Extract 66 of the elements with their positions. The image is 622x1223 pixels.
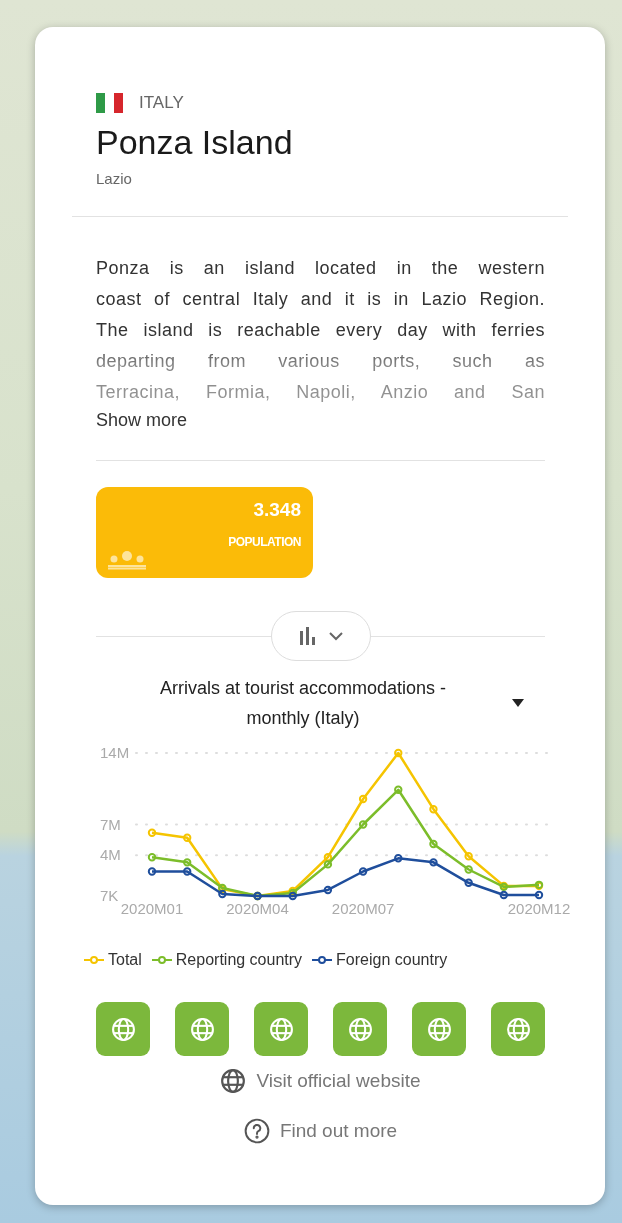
point [394,854,403,863]
bar-chart-icon [297,627,318,645]
point [147,828,157,837]
globe-icon [426,1016,452,1042]
caret-down-icon [512,699,524,707]
globe-icon [220,1068,247,1094]
point [534,890,544,900]
point [464,865,473,874]
globe-icon [268,1016,294,1042]
x-tick-label: 2020M12 [507,900,571,917]
help-icon [243,1118,270,1144]
point [182,858,192,867]
y-tick-label: 7M [100,815,121,833]
show-more-button[interactable]: Show more [96,408,188,432]
y-tick-label: 4M [100,846,121,864]
description-text: Ponza is an island located in the western coast of central Italy and it is in Lazio Region. The island is reachable every day with ferries departing from various ports, such as Terracina, Formia, Napoli, Anzio and San [96,257,545,404]
link[interactable]: Visit official website [220,1068,421,1094]
link-button[interactable] [254,1002,308,1056]
point [323,860,333,869]
link-button[interactable] [333,1002,387,1056]
flag-icon [96,93,123,113]
point [499,890,509,900]
population-label: POPULATION [227,535,301,549]
point [323,885,333,895]
point [358,867,368,876]
point [218,889,227,899]
point [464,878,473,887]
link-button[interactable] [412,1002,466,1056]
legend-item[interactable]: Total [84,951,142,969]
country-name: ITALY [139,93,184,113]
dropdown-button[interactable] [510,697,526,709]
link-button[interactable] [491,1002,545,1056]
point [182,833,192,843]
point [323,853,333,862]
globe-icon [189,1016,215,1042]
y-tick-label: 14M [100,744,130,761]
x-tick-label: 2020M04 [226,900,289,917]
people-icon [106,548,148,570]
point [429,858,438,867]
chevron-down-icon [327,631,344,641]
link-button[interactable] [175,1002,229,1056]
legend-item[interactable]: Foreign country [312,951,448,969]
place-title: Ponza Island [96,122,294,163]
population-value: 3.348 [252,499,301,521]
point [394,785,403,794]
chart-type-button[interactable] [270,611,371,661]
point [182,867,192,876]
link[interactable]: Find out more [243,1118,398,1144]
point [429,805,438,814]
region-name: Lazio [96,170,133,187]
point [464,852,473,861]
x-tick-label: 2020M01 [120,900,184,917]
globe-icon [110,1016,136,1042]
point [429,839,438,849]
point [394,748,403,758]
point [147,867,157,876]
point [358,794,368,804]
link-button[interactable] [96,1002,150,1056]
globe-icon [347,1016,373,1042]
point [147,853,157,862]
legend-item[interactable]: Reporting country [151,951,303,969]
globe-icon [505,1016,531,1042]
x-tick-label: 2020M07 [331,900,395,917]
point [358,820,368,829]
chart-title: Arrivals at tourist accommodations - monthly (Italy) [158,677,448,730]
y-tick-label: 7K [100,887,119,904]
